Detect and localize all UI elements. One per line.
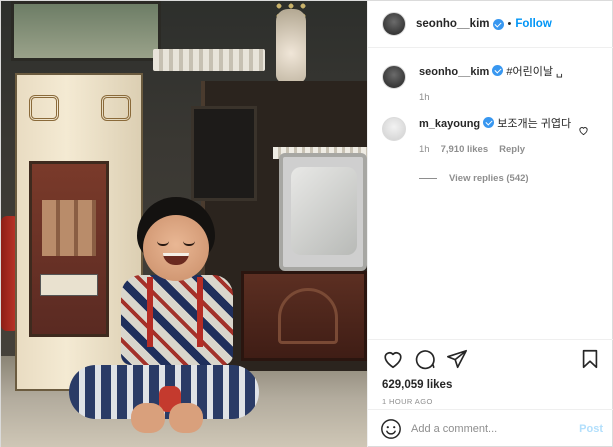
caption-row: seonho__kim #어린이날 ␣ 1h <box>382 65 601 105</box>
paper-plane-icon[interactable] <box>446 348 468 370</box>
comment-body: m_kayoung 보조개는 귀엽다 1h 7,910 likes Reply <box>419 117 571 157</box>
follow-button[interactable]: Follow <box>515 18 551 30</box>
photo-strap-right <box>197 277 203 347</box>
bookmark-icon[interactable] <box>579 348 601 370</box>
comment-avatar[interactable] <box>382 117 406 141</box>
comment-username[interactable]: m_kayoung <box>419 118 480 130</box>
post-comment-button[interactable]: Post <box>579 423 603 435</box>
post-side-panel: seonho__kim • Follow seonho__kim #어린이날 ␣… <box>367 1 613 447</box>
caption-meta: 1h <box>419 90 563 105</box>
photo-tv-stand <box>241 271 367 361</box>
add-comment-input[interactable] <box>411 423 571 435</box>
photo-heater <box>29 161 109 337</box>
photo-child-face <box>143 215 209 281</box>
post-header: seonho__kim • Follow <box>368 1 613 48</box>
verified-badge-icon <box>492 18 504 30</box>
photo-strap-left <box>147 277 153 347</box>
post-actions-section: 629,059 likes 1 HOUR AGO <box>368 339 613 409</box>
comment-time: 1h <box>419 144 430 155</box>
caption-body: seonho__kim #어린이날 ␣ 1h <box>419 65 563 105</box>
photo-aquarium <box>11 1 161 61</box>
comments-list[interactable]: seonho__kim #어린이날 ␣ 1h m_kayoung 보조개는 귀엽… <box>368 49 613 339</box>
view-replies-label: View replies (542) <box>449 173 529 184</box>
photo-foot-left <box>131 403 165 433</box>
photo-foot-right <box>169 403 203 433</box>
caption-avatar[interactable] <box>382 65 406 89</box>
caption-text: #어린이날 ␣ <box>506 66 564 78</box>
comment-likes[interactable]: 7,910 likes <box>441 142 489 157</box>
photo-vase <box>276 9 306 83</box>
likes-count[interactable]: 629,059 likes <box>382 379 601 391</box>
comment-text: 보조개는 귀엽다 <box>497 118 572 130</box>
comment-row: m_kayoung 보조개는 귀엽다 1h 7,910 likes Reply <box>382 117 601 157</box>
author-username[interactable]: seonho__kim <box>416 18 490 30</box>
view-replies-button[interactable]: View replies (542) <box>419 173 601 184</box>
comment-icon[interactable] <box>414 348 436 370</box>
action-bar <box>382 348 601 370</box>
view-replies-line <box>419 178 437 179</box>
photo-child-shirt <box>121 275 233 365</box>
caption-time: 1h <box>419 92 430 103</box>
verified-badge-icon <box>492 65 504 76</box>
photo-lace <box>153 49 265 71</box>
post-photo[interactable] <box>1 1 367 447</box>
comment-heart-icon[interactable] <box>578 125 589 136</box>
add-comment-bar: Post <box>368 409 613 447</box>
heart-icon[interactable] <box>382 348 404 370</box>
photo-speaker <box>191 106 257 201</box>
header-separator: • <box>507 18 512 30</box>
caption-username[interactable]: seonho__kim <box>419 66 489 78</box>
smiley-icon[interactable] <box>380 418 402 440</box>
verified-badge-icon <box>483 117 495 128</box>
post-timestamp[interactable]: 1 HOUR AGO <box>382 397 601 406</box>
comment-meta: 1h 7,910 likes Reply <box>419 142 571 157</box>
photo-television <box>279 153 367 271</box>
instagram-post: seonho__kim • Follow seonho__kim #어린이날 ␣… <box>0 0 613 447</box>
reply-button[interactable]: Reply <box>499 142 525 157</box>
author-avatar[interactable] <box>382 12 406 36</box>
